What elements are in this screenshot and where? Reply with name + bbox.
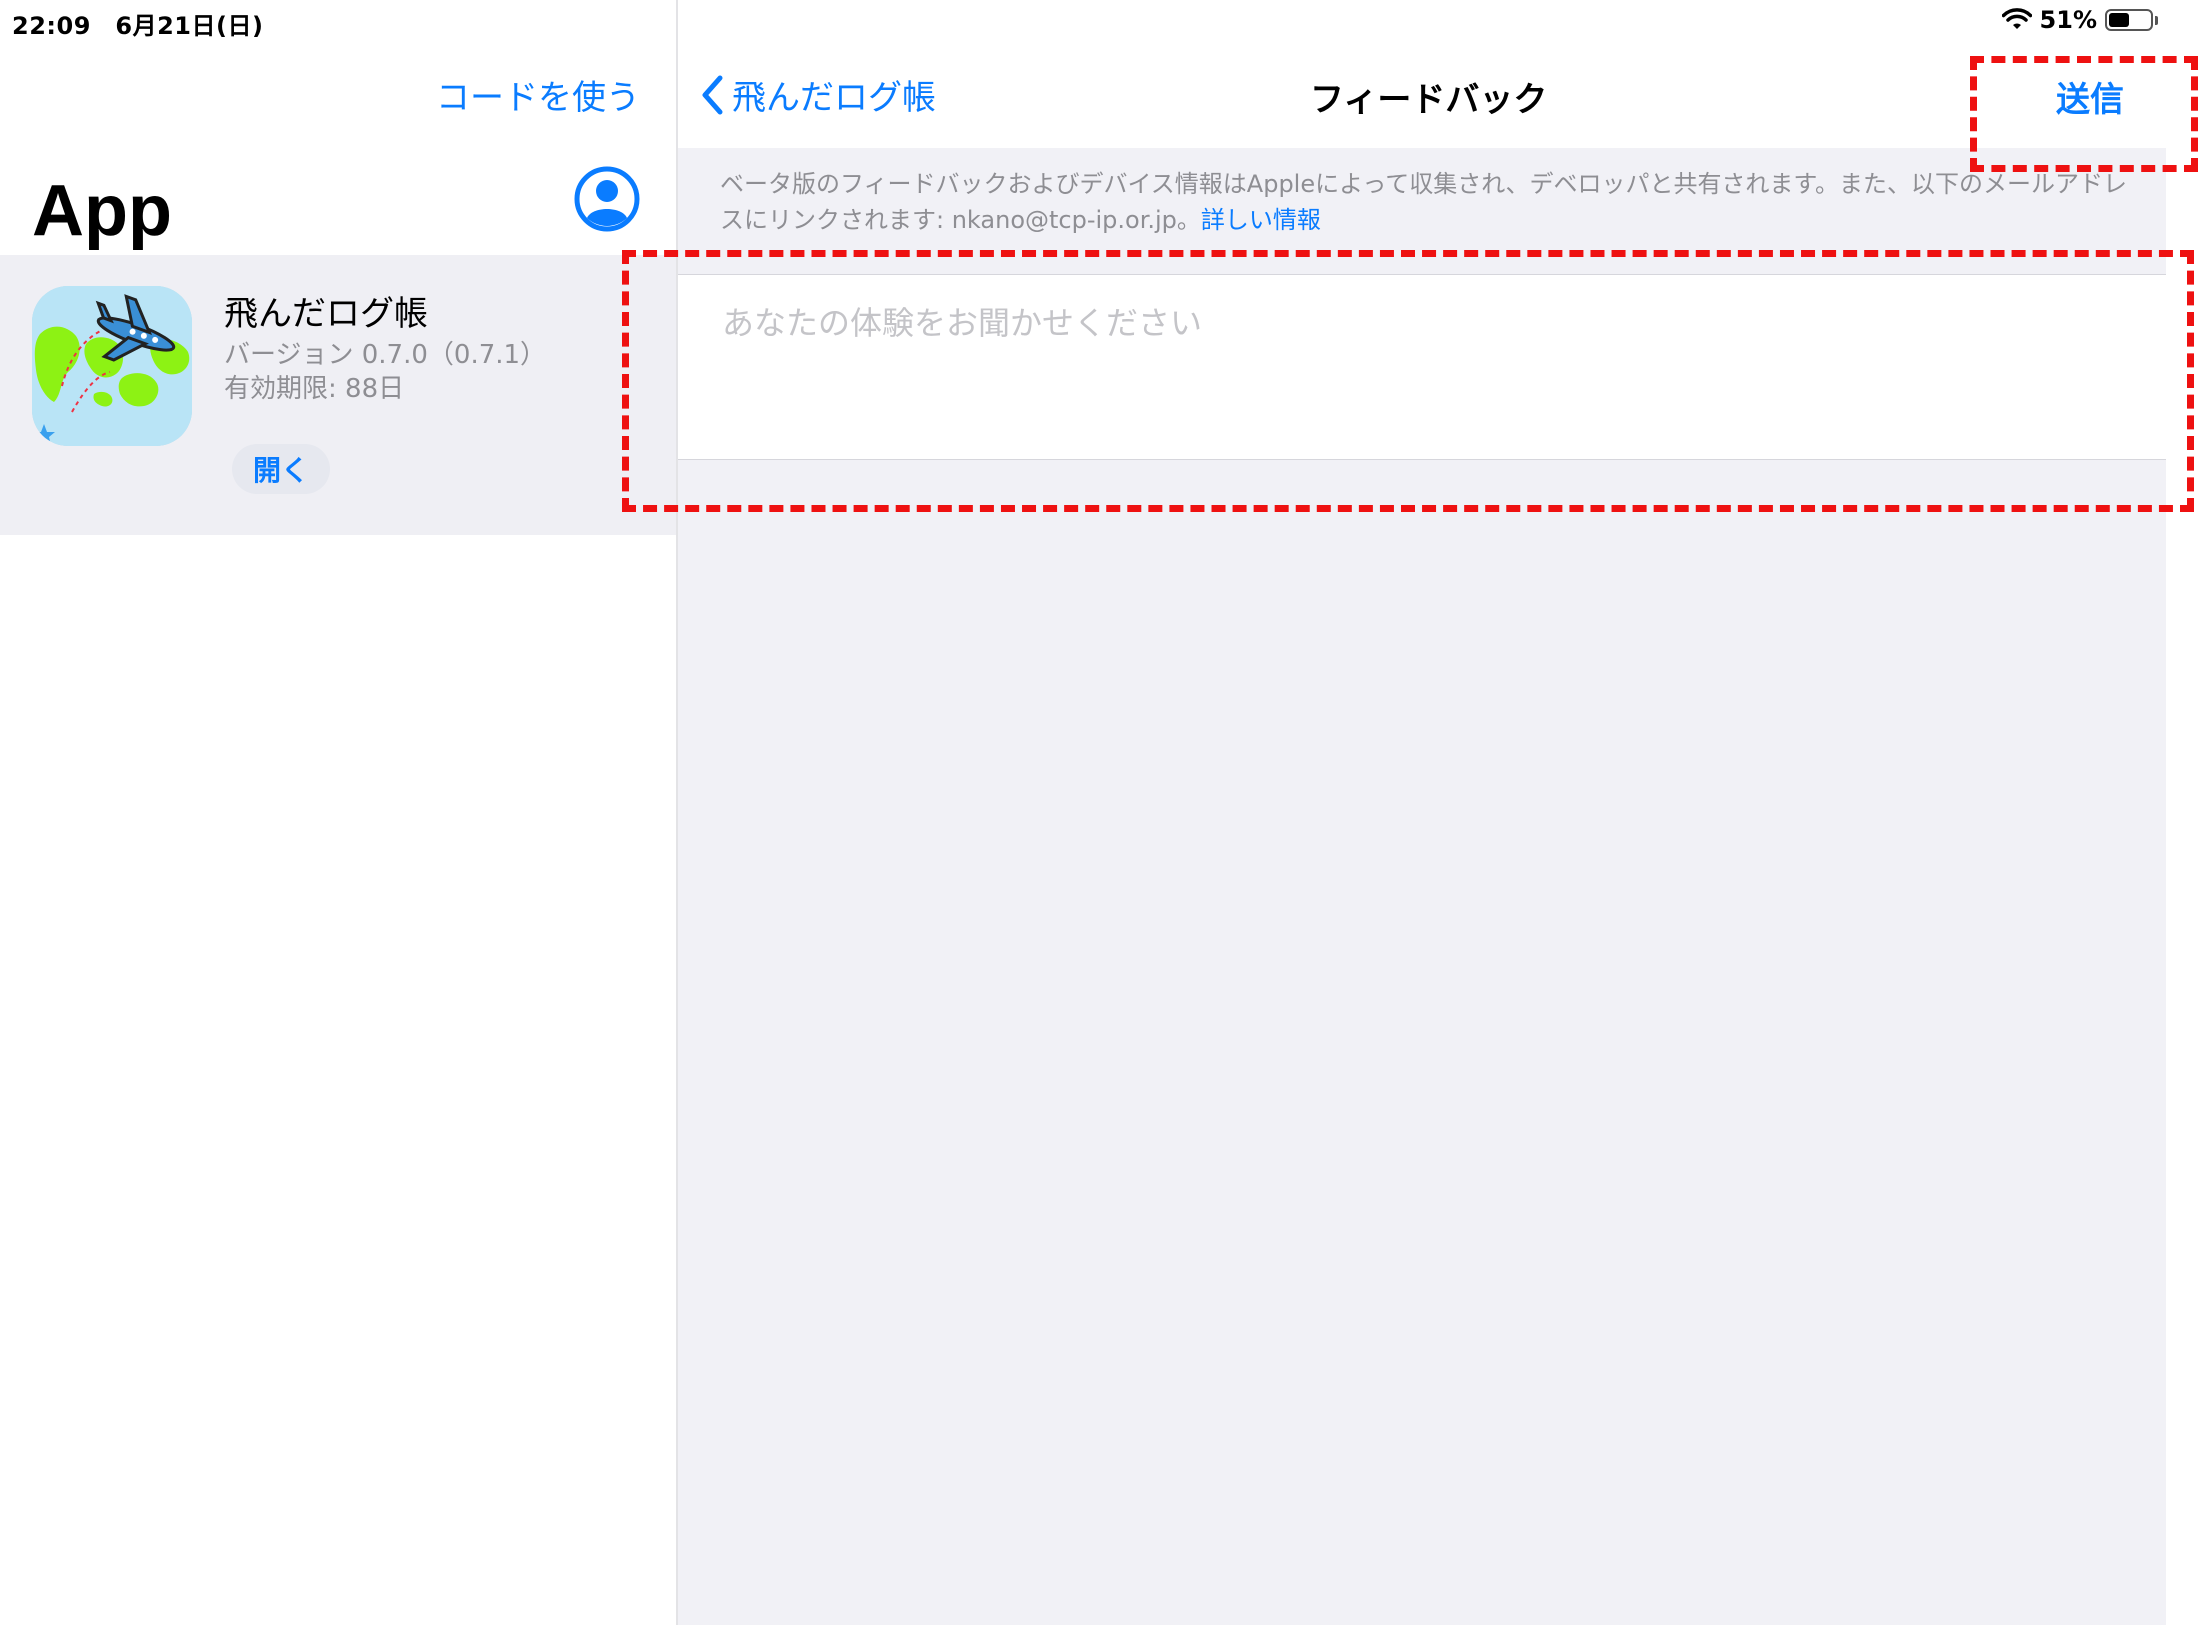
wifi-icon <box>2001 8 2032 29</box>
app-icon <box>32 286 192 446</box>
status-indicators: 51% <box>2001 6 2158 34</box>
feedback-info-text: ベータ版のフィードバックおよびデバイス情報はAppleによって収集され、デベロッ… <box>720 166 2140 238</box>
battery-cap <box>2155 15 2158 25</box>
chevron-left-icon <box>702 75 723 114</box>
learn-more-link[interactable]: 詳しい情報 <box>1201 206 1321 234</box>
battery-percent: 51% <box>2039 6 2097 34</box>
app-name: 飛んだログ帳 <box>224 294 428 334</box>
back-button-label: 飛んだログ帳 <box>732 78 936 118</box>
status-time-date: 22:09 6月21日(日) <box>12 12 264 40</box>
open-app-button[interactable]: 開く <box>232 444 330 494</box>
world-map-airplane-icon <box>32 286 192 446</box>
app-version: バージョン 0.7.0（0.7.1） <box>224 340 547 370</box>
send-highlight-box <box>1970 56 2198 172</box>
app-expiry: 有効期限: 88日 <box>224 374 405 404</box>
textarea-highlight-box <box>622 250 2194 512</box>
nav-title: フィードバック <box>1310 80 1548 120</box>
page-title: App <box>32 171 172 251</box>
feedback-info-body: ベータ版のフィードバックおよびデバイス情報はAppleによって収集され、デベロッ… <box>720 170 2128 234</box>
account-icon[interactable] <box>574 166 640 232</box>
back-button[interactable]: 飛んだログ帳 <box>700 70 936 119</box>
battery-icon <box>2105 9 2153 31</box>
battery-level-fill <box>2109 13 2130 27</box>
redeem-code-button[interactable]: コードを使う <box>436 70 640 119</box>
